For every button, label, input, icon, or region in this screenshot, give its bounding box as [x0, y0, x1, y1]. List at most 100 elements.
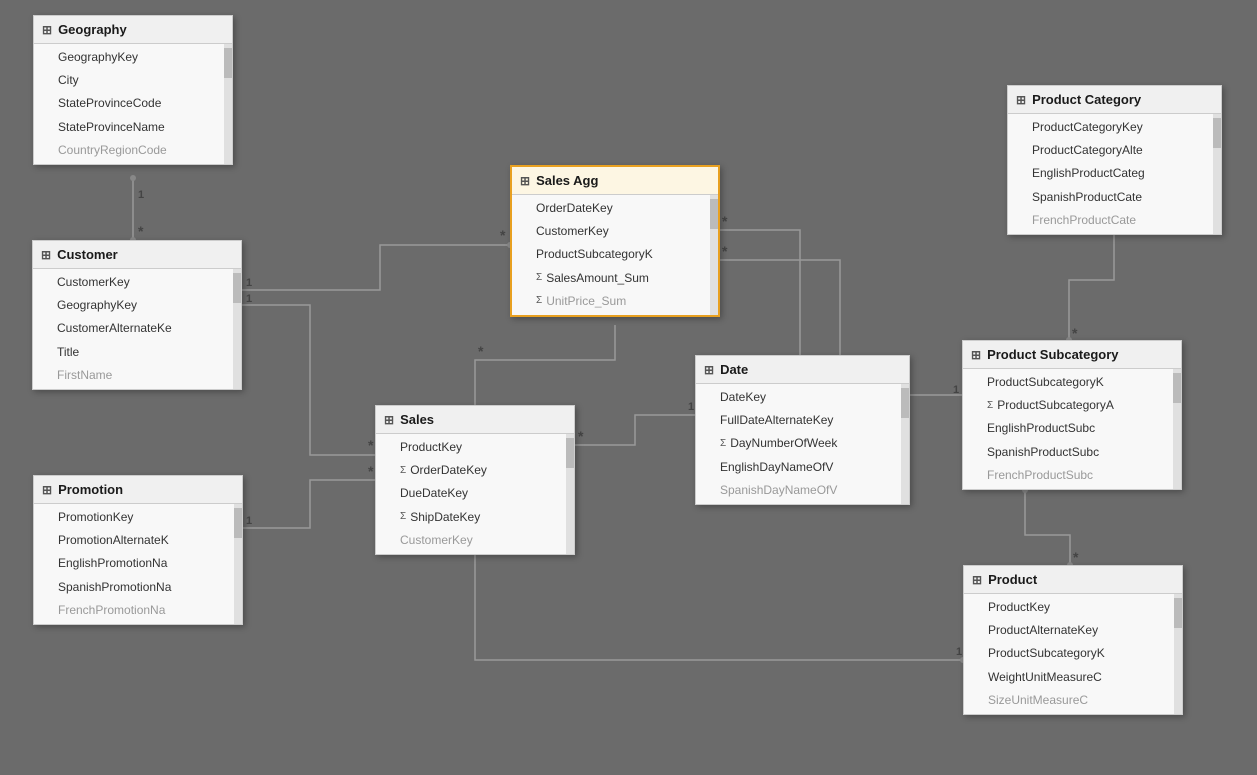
table-icon: ⊞	[520, 174, 530, 188]
list-item[interactable]: Title	[33, 341, 241, 364]
list-item[interactable]: EnglishProductSubc	[963, 417, 1181, 440]
list-item[interactable]: OrderDateKey	[512, 197, 718, 220]
table-icon: ⊞	[42, 23, 52, 37]
sigma-icon: Σ	[536, 270, 542, 286]
list-item[interactable]: ProductCategoryAlte	[1008, 139, 1221, 162]
table-icon: ⊞	[704, 363, 714, 377]
product-body: ProductKey ProductAlternateKey ProductSu…	[964, 594, 1182, 714]
list-item[interactable]: ΣShipDateKey	[376, 506, 574, 529]
list-item[interactable]: ProductKey	[964, 596, 1182, 619]
sales-table[interactable]: ⊞ Sales ProductKey ΣOrderDateKey DueDate…	[375, 405, 575, 555]
product-subcategory-table[interactable]: ⊞ Product Subcategory ProductSubcategory…	[962, 340, 1182, 490]
product-table-header: ⊞ Product	[964, 566, 1182, 594]
sales-table-header: ⊞ Sales	[376, 406, 574, 434]
svg-text:1: 1	[246, 293, 252, 305]
list-item[interactable]: ProductSubcategoryK	[512, 243, 718, 266]
svg-text:*: *	[500, 227, 506, 243]
list-item[interactable]: CountryRegionCode	[34, 139, 232, 162]
svg-text:*: *	[478, 343, 484, 359]
list-item[interactable]: SpanishPromotionNa	[34, 576, 242, 599]
sigma-icon: Σ	[400, 463, 406, 479]
geography-table[interactable]: ⊞ Geography GeographyKey City StateProvi…	[33, 15, 233, 165]
list-item[interactable]: SizeUnitMeasureC	[964, 689, 1182, 712]
sales-agg-body: OrderDateKey CustomerKey ProductSubcateg…	[512, 195, 718, 315]
table-icon: ⊞	[1016, 93, 1026, 107]
geography-table-header: ⊞ Geography	[34, 16, 232, 44]
sales-title: Sales	[400, 412, 434, 427]
list-item[interactable]: EnglishDayNameOfV	[696, 456, 909, 479]
svg-text:1: 1	[956, 646, 962, 658]
customer-title: Customer	[57, 247, 118, 262]
product-subcategory-body: ProductSubcategoryK ΣProductSubcategoryA…	[963, 369, 1181, 489]
list-item[interactable]: SpanishProductSubc	[963, 441, 1181, 464]
list-item[interactable]: ProductKey	[376, 436, 574, 459]
customer-table-header: ⊞ Customer	[33, 241, 241, 269]
svg-text:1: 1	[688, 401, 694, 413]
list-item[interactable]: FrenchProductCate	[1008, 209, 1221, 232]
list-item[interactable]: CustomerKey	[376, 529, 574, 552]
list-item[interactable]: ΣSalesAmount_Sum	[512, 267, 718, 290]
date-table-header: ⊞ Date	[696, 356, 909, 384]
svg-text:*: *	[722, 243, 728, 259]
table-icon: ⊞	[42, 483, 52, 497]
product-category-table[interactable]: ⊞ Product Category ProductCategoryKey Pr…	[1007, 85, 1222, 235]
list-item[interactable]: StateProvinceName	[34, 116, 232, 139]
list-item[interactable]: CustomerAlternateKe	[33, 317, 241, 340]
sales-agg-table[interactable]: ⊞ Sales Agg OrderDateKey CustomerKey Pro…	[510, 165, 720, 317]
list-item[interactable]: PromotionAlternateK	[34, 529, 242, 552]
sigma-icon: Σ	[720, 436, 726, 452]
svg-text:1: 1	[953, 384, 959, 396]
list-item[interactable]: SpanishDayNameOfV	[696, 479, 909, 502]
list-item[interactable]: ProductSubcategoryK	[964, 642, 1182, 665]
svg-text:*: *	[1073, 549, 1079, 565]
list-item[interactable]: StateProvinceCode	[34, 92, 232, 115]
list-item[interactable]: CustomerKey	[512, 220, 718, 243]
customer-table[interactable]: ⊞ Customer CustomerKey GeographyKey Cust…	[32, 240, 242, 390]
svg-text:*: *	[368, 463, 374, 479]
product-subcategory-title: Product Subcategory	[987, 347, 1118, 362]
list-item[interactable]: ΣDayNumberOfWeek	[696, 432, 909, 455]
svg-text:1: 1	[246, 515, 252, 527]
list-item[interactable]: EnglishProductCateg	[1008, 162, 1221, 185]
list-item[interactable]: DateKey	[696, 386, 909, 409]
list-item[interactable]: FrenchPromotionNa	[34, 599, 242, 622]
list-item[interactable]: WeightUnitMeasureC	[964, 666, 1182, 689]
list-item[interactable]: ΣUnitPrice_Sum	[512, 290, 718, 313]
list-item[interactable]: ProductSubcategoryK	[963, 371, 1181, 394]
list-item[interactable]: ΣOrderDateKey	[376, 459, 574, 482]
list-item[interactable]: ProductAlternateKey	[964, 619, 1182, 642]
list-item[interactable]: SpanishProductCate	[1008, 186, 1221, 209]
product-category-table-header: ⊞ Product Category	[1008, 86, 1221, 114]
list-item[interactable]: City	[34, 69, 232, 92]
table-icon: ⊞	[971, 348, 981, 362]
customer-body: CustomerKey GeographyKey CustomerAlterna…	[33, 269, 241, 389]
list-item[interactable]: FirstName	[33, 364, 241, 387]
svg-text:1: 1	[138, 189, 144, 201]
sigma-icon: Σ	[987, 398, 993, 414]
svg-text:*: *	[1072, 325, 1078, 341]
list-item[interactable]: GeographyKey	[33, 294, 241, 317]
table-icon: ⊞	[384, 413, 394, 427]
list-item[interactable]: DueDateKey	[376, 482, 574, 505]
promotion-table-header: ⊞ Promotion	[34, 476, 242, 504]
promotion-body: PromotionKey PromotionAlternateK English…	[34, 504, 242, 624]
product-table[interactable]: ⊞ Product ProductKey ProductAlternateKey…	[963, 565, 1183, 715]
list-item[interactable]: ProductCategoryKey	[1008, 116, 1221, 139]
date-body: DateKey FullDateAlternateKey ΣDayNumberO…	[696, 384, 909, 504]
list-item[interactable]: ΣProductSubcategoryA	[963, 394, 1181, 417]
date-table[interactable]: ⊞ Date DateKey FullDateAlternateKey ΣDay…	[695, 355, 910, 505]
geography-body: GeographyKey City StateProvinceCode Stat…	[34, 44, 232, 164]
list-item[interactable]: CustomerKey	[33, 271, 241, 294]
sigma-icon: Σ	[536, 293, 542, 309]
svg-text:1: 1	[246, 277, 252, 289]
svg-text:*: *	[138, 223, 144, 239]
list-item[interactable]: GeographyKey	[34, 46, 232, 69]
list-item[interactable]: PromotionKey	[34, 506, 242, 529]
list-item[interactable]: FrenchProductSubc	[963, 464, 1181, 487]
table-icon: ⊞	[972, 573, 982, 587]
list-item[interactable]: EnglishPromotionNa	[34, 552, 242, 575]
sales-body: ProductKey ΣOrderDateKey DueDateKey ΣShi…	[376, 434, 574, 554]
list-item[interactable]: FullDateAlternateKey	[696, 409, 909, 432]
product-category-title: Product Category	[1032, 92, 1141, 107]
promotion-table[interactable]: ⊞ Promotion PromotionKey PromotionAltern…	[33, 475, 243, 625]
